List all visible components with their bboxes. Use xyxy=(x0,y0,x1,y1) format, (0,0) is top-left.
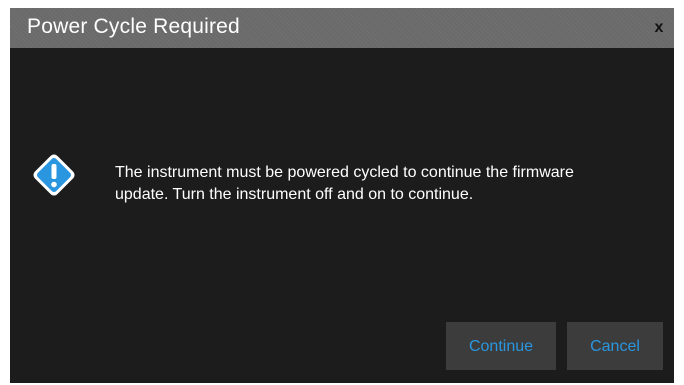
power-cycle-dialog: Power Cycle Required x The instrument mu… xyxy=(10,8,674,383)
title-bar: Power Cycle Required x xyxy=(10,8,674,48)
dialog-message: The instrument must be powered cycled to… xyxy=(115,162,655,206)
cancel-button[interactable]: Cancel xyxy=(567,322,663,370)
exclamation-diamond-icon xyxy=(32,153,76,197)
continue-button[interactable]: Continue xyxy=(446,322,556,370)
close-button[interactable]: x xyxy=(650,18,668,38)
dialog-title: Power Cycle Required xyxy=(27,15,240,38)
message-line-1: The instrument must be powered cycled to… xyxy=(115,164,574,181)
message-line-2: update. Turn the instrument off and on t… xyxy=(115,186,474,203)
